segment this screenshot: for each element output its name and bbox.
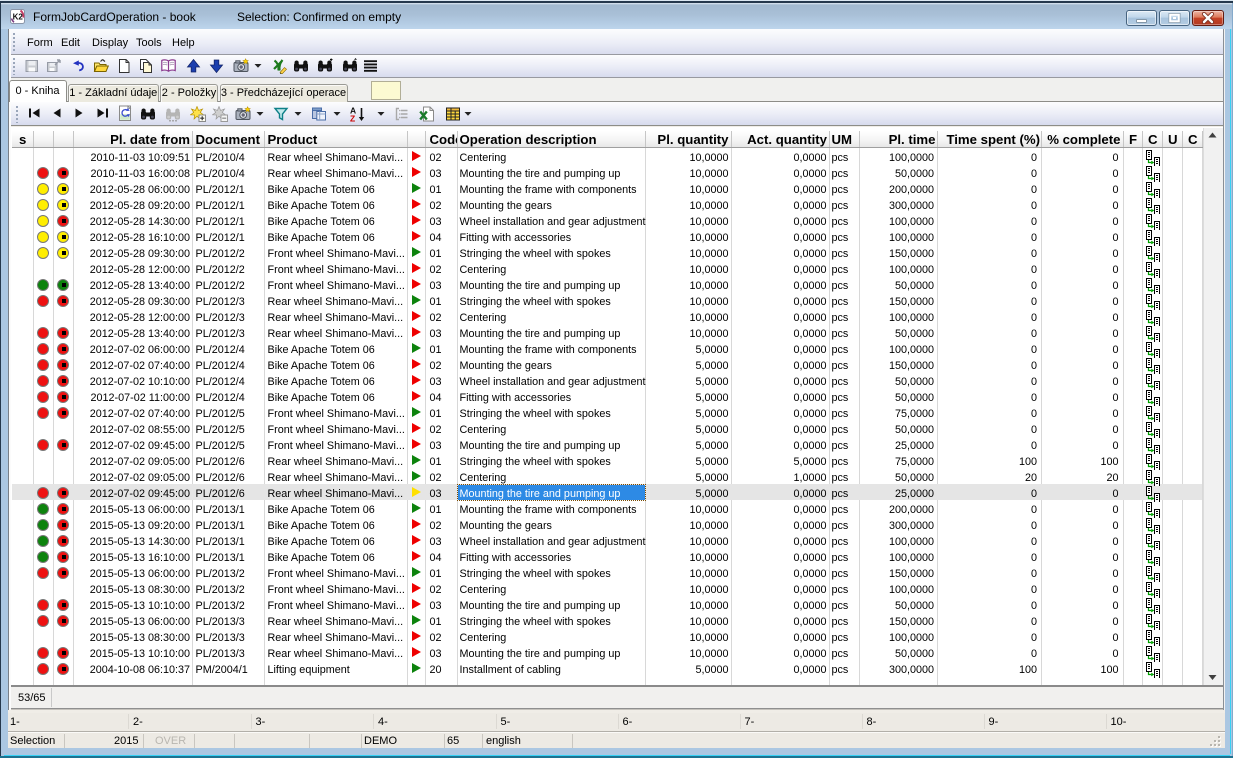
svg-text:K2: K2 bbox=[13, 13, 24, 22]
svg-text:Z: Z bbox=[350, 114, 355, 123]
